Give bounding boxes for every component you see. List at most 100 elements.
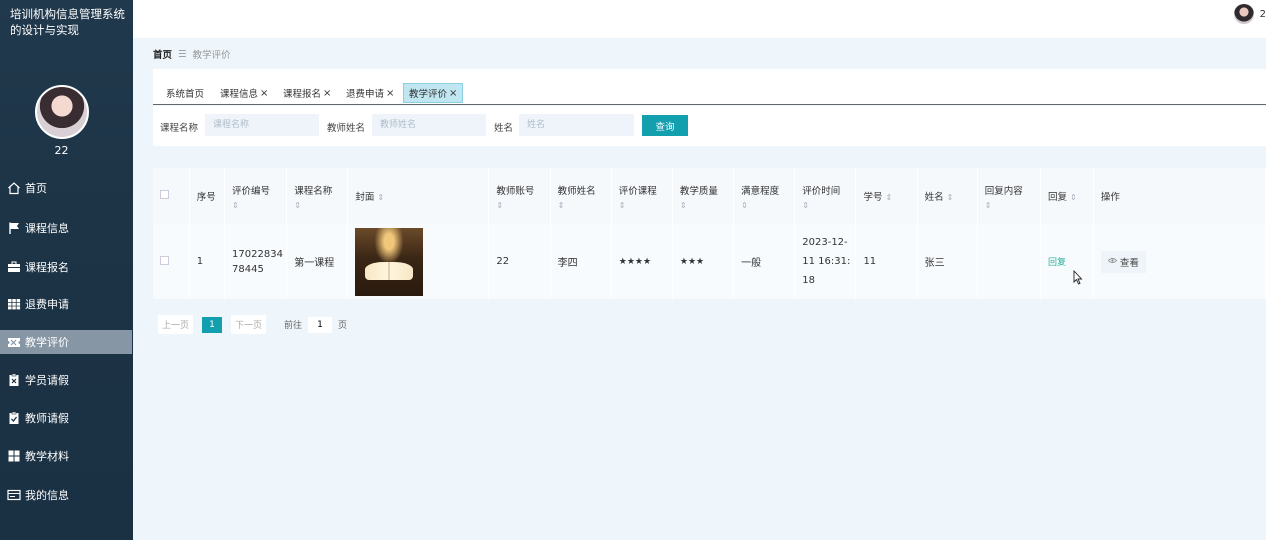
tab-refund[interactable]: 退费申请 ×	[341, 83, 399, 103]
header-label: 回复内容	[984, 185, 1023, 197]
apps-icon	[7, 449, 21, 463]
sidebar-item-materials[interactable]: 教学材料	[0, 444, 133, 468]
card-icon	[7, 488, 21, 502]
cell-index: 1	[189, 224, 226, 299]
tab-label: 课程报名	[283, 89, 322, 100]
header-label: 满意程度	[741, 185, 780, 197]
tab-teaching-eval[interactable]: 教学评价 ×	[403, 83, 464, 103]
flag-icon	[7, 221, 21, 235]
col-header-reply[interactable]: 回复 ⇕	[1040, 168, 1094, 224]
row-checkbox[interactable]	[160, 255, 169, 265]
cell-teacher-account: 22	[488, 224, 551, 299]
teacher-name-input[interactable]	[372, 114, 486, 136]
sort-icon[interactable]: ⇕	[1070, 193, 1077, 202]
tab-home[interactable]: 系统首页	[161, 83, 209, 103]
data-table: 序号 评价编号 ⇕ 课程名称 ⇕ 封面 ⇕ 教师账号 ⇕ 教师姓名 ⇕ 评价课程 ⇕ 教学质…	[153, 168, 1266, 299]
avatar[interactable]	[35, 85, 89, 139]
prev-page-button[interactable]: 上一页	[158, 315, 194, 334]
tab-label: 退费申请	[346, 89, 385, 100]
cover-image[interactable]	[355, 227, 424, 296]
search-button[interactable]: 查询	[642, 115, 688, 136]
header-label: 教师姓名	[557, 185, 596, 197]
mouse-cursor-icon	[1073, 269, 1083, 288]
system-title: 培训机构信息管理系统的设计与实现	[10, 7, 125, 37]
sort-icon[interactable]: ⇕	[680, 201, 733, 210]
col-header-student-no[interactable]: 学号 ⇕	[855, 168, 918, 224]
sort-icon[interactable]: ⇕	[802, 201, 855, 210]
teacher-name-label: 教师姓名	[327, 123, 366, 134]
breadcrumb-home[interactable]: 首页	[153, 47, 172, 61]
sidebar-item-refund[interactable]: 退费申请	[0, 292, 133, 316]
cell-course: 第一课程	[286, 224, 349, 299]
sort-icon[interactable]: ⇕	[558, 201, 611, 210]
tab-course-info[interactable]: 课程信息 ×	[215, 83, 273, 103]
sort-icon[interactable]: ⇕	[741, 201, 794, 210]
tab-label: 系统首页	[166, 89, 205, 100]
sidebar-item-course-info[interactable]: 课程信息	[0, 216, 133, 240]
header-label: 教师账号	[496, 185, 535, 197]
header-username[interactable]: 2	[1260, 9, 1266, 20]
briefcase-icon	[7, 260, 21, 274]
breadcrumb: 首页 ☰ 教学评价	[153, 47, 231, 62]
sidebar-item-teaching-eval[interactable]: 教学评价	[0, 330, 132, 354]
header-label: 课程名称	[294, 185, 333, 197]
sort-icon[interactable]: ⇕	[947, 193, 954, 202]
close-icon[interactable]: ×	[323, 88, 331, 99]
col-header-teacher-name[interactable]: 教师姓名 ⇕	[550, 168, 612, 224]
tab-course-signup[interactable]: 课程报名 ×	[278, 83, 336, 103]
cell-cover	[347, 224, 490, 299]
col-header-cover[interactable]: 封面 ⇕	[347, 168, 490, 224]
col-header-quality[interactable]: 教学质量 ⇕	[672, 168, 735, 224]
col-header-course[interactable]: 课程名称 ⇕	[286, 168, 349, 224]
col-header-student-name[interactable]: 姓名 ⇕	[917, 168, 978, 224]
sidebar-item-teacher-leave[interactable]: 教师请假	[0, 406, 133, 430]
sort-icon[interactable]: ⇕	[232, 201, 286, 210]
sort-icon[interactable]: ⇕	[985, 201, 1040, 210]
col-header-actions: 操作	[1093, 168, 1266, 224]
sidebar-item-label: 我的信息	[25, 489, 69, 502]
clipboard-check-icon	[7, 411, 21, 425]
sidebar-item-home[interactable]: 首页	[0, 176, 133, 200]
page-number-current[interactable]: 1	[202, 316, 223, 333]
sort-icon[interactable]: ⇕	[377, 193, 384, 202]
col-header-teacher-account[interactable]: 教师账号 ⇕	[488, 168, 551, 224]
sidebar-item-course-signup[interactable]: 课程报名	[0, 255, 133, 279]
goto-page-input[interactable]	[308, 316, 333, 333]
sort-icon[interactable]: ⇕	[885, 193, 892, 202]
col-header-index: 序号	[189, 168, 226, 224]
sort-icon[interactable]: ⇕	[619, 201, 672, 210]
sidebar-item-label: 退费申请	[25, 298, 69, 311]
sort-icon[interactable]: ⇕	[496, 201, 549, 210]
sidebar-item-label: 教师请假	[25, 412, 69, 425]
name-input[interactable]	[519, 114, 634, 136]
tab-label: 课程信息	[220, 89, 259, 100]
next-page-button[interactable]: 下一页	[231, 315, 267, 334]
close-icon[interactable]: ×	[260, 88, 268, 99]
course-name-input[interactable]	[205, 114, 319, 136]
view-button[interactable]: 查看	[1100, 250, 1146, 273]
col-header-eval-no[interactable]: 评价编号 ⇕	[224, 168, 288, 224]
header-label: 回复	[1047, 192, 1067, 203]
close-icon[interactable]: ×	[386, 88, 394, 99]
cell-time: 2023-12- 11 16:31: 18	[794, 224, 857, 299]
col-header-satisfaction[interactable]: 满意程度 ⇕	[733, 168, 796, 224]
col-header-time[interactable]: 评价时间 ⇕	[794, 168, 857, 224]
cell-course-rating: ★★★★	[611, 224, 673, 299]
sidebar-item-label: 教学材料	[25, 450, 69, 463]
reply-link[interactable]: 回复	[1048, 258, 1066, 268]
table-row: 1 17022834 78445 第一课程 22 李四 ★★★★ ★★★ 一般 2…	[153, 224, 1266, 299]
cell-teacher-name: 李四	[550, 224, 612, 299]
select-all-checkbox[interactable]	[160, 190, 169, 199]
sidebar-item-my-info[interactable]: 我的信息	[0, 483, 133, 507]
sidebar-item-student-leave[interactable]: 学员请假	[0, 368, 133, 392]
eval-no-line-1: 17022834	[232, 248, 283, 260]
col-header-course-rating[interactable]: 评价课程 ⇕	[611, 168, 673, 224]
header-label: 评价课程	[618, 185, 657, 197]
sidebar: 培训机构信息管理系统的设计与实现 22 首页 课程信息 课程报名 退费申请 教学…	[0, 0, 133, 540]
close-icon[interactable]: ×	[449, 88, 457, 99]
sort-icon[interactable]: ⇕	[294, 201, 347, 210]
col-header-reply-content[interactable]: 回复内容 ⇕	[977, 168, 1041, 224]
header-avatar[interactable]	[1234, 4, 1254, 24]
sidebar-item-label: 学员请假	[25, 374, 69, 387]
sidebar-item-label: 教学评价	[25, 336, 69, 349]
